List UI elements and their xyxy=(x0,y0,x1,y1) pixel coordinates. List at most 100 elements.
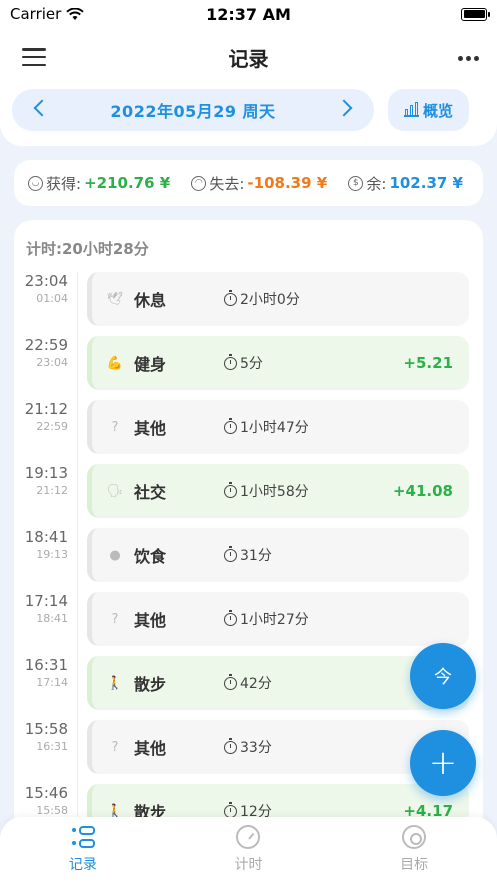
flexed-bicep-icon: 💪 xyxy=(106,355,124,371)
record-category: 健身 xyxy=(134,355,167,374)
record-duration: 42分 xyxy=(224,673,272,693)
smile-icon: ◡ xyxy=(28,175,43,191)
record-times: 16:31 17:14 xyxy=(16,656,68,689)
tab-records[interactable]: 记录 xyxy=(23,825,143,874)
today-button-label: 今 xyxy=(434,667,452,688)
record-category: 其他 xyxy=(134,611,167,630)
record-times: 22:59 23:04 xyxy=(16,336,68,369)
date-selector: 2022年05月29 周天 xyxy=(12,89,374,131)
next-day-button[interactable] xyxy=(335,99,353,117)
tab-goals-label: 目标 xyxy=(400,857,429,873)
record-start-time: 23:04 xyxy=(24,272,68,290)
overview-label: 概览 xyxy=(422,101,453,120)
record-row: 19:13 21:12 🗣 社交 1小时58分 +41.08 xyxy=(14,464,483,518)
loss-value: -108.39 ¥ xyxy=(247,174,328,192)
balance-summary: $ 余: 102.37 ¥ xyxy=(348,173,463,194)
walking-person-icon: 🚶 xyxy=(106,675,124,691)
record-times: 23:04 01:04 xyxy=(16,272,68,305)
record-category: 休息 xyxy=(134,291,167,310)
record-card[interactable]: 💪 健身 5分 +5.21 xyxy=(87,336,469,390)
record-end-time: 19:13 xyxy=(36,548,68,561)
record-duration-text: 1小时58分 xyxy=(240,484,309,500)
record-start-time: 19:13 xyxy=(24,464,68,482)
menu-icon[interactable] xyxy=(22,48,46,66)
timer-icon xyxy=(224,545,237,562)
record-row: 23:04 01:04 🕊 休息 2小时0分 xyxy=(14,272,483,326)
page-title: 记录 xyxy=(228,46,269,71)
previous-day-button[interactable] xyxy=(33,99,51,117)
status-time: 12:37 AM xyxy=(206,4,291,24)
frown-icon: ◠ xyxy=(191,175,207,191)
record-duration-text: 1小时27分 xyxy=(240,612,309,628)
record-end-time: 23:04 xyxy=(36,356,68,369)
record-duration-text: 31分 xyxy=(240,548,272,564)
record-end-time: 15:58 xyxy=(36,804,68,817)
record-amount: +41.08 xyxy=(392,482,453,500)
record-start-time: 15:46 xyxy=(24,784,68,802)
record-amount: +5.21 xyxy=(403,354,453,372)
tab-timer[interactable]: 计时 xyxy=(188,825,308,874)
record-start-time: 21:12 xyxy=(24,400,68,418)
record-duration: 31分 xyxy=(224,545,272,565)
record-row: 18:41 19:13 ● 饮食 31分 xyxy=(14,528,483,582)
question-icon: ? xyxy=(111,611,119,627)
record-duration: 33分 xyxy=(224,737,272,757)
nav-bar: 记录 xyxy=(0,28,497,86)
plus-icon: + xyxy=(428,743,458,783)
record-card[interactable]: 🗣 社交 1小时58分 +41.08 xyxy=(87,464,469,518)
record-times: 15:46 15:58 xyxy=(16,784,68,817)
record-end-time: 18:41 xyxy=(36,612,68,625)
record-duration-text: 33分 xyxy=(240,740,272,756)
records-icon xyxy=(71,825,95,849)
loss-summary: ◠ 失去: -108.39 ¥ xyxy=(191,173,327,194)
record-start-time: 15:58 xyxy=(24,720,68,738)
current-date[interactable]: 2022年05月29 周天 xyxy=(110,98,275,122)
timer-icon xyxy=(224,353,237,370)
timer-icon xyxy=(224,737,237,754)
record-category: 社交 xyxy=(134,483,167,502)
record-times: 21:12 22:59 xyxy=(16,400,68,433)
record-category: 散步 xyxy=(134,675,167,694)
records-list[interactable]: 计时:20小时28分 23:04 01:04 🕊 休息 2小时0分 22:59 23:04 💪… xyxy=(14,220,483,883)
record-duration-text: 5分 xyxy=(240,356,263,372)
target-icon xyxy=(402,825,427,849)
record-duration-text: 42分 xyxy=(240,676,272,692)
record-start-time: 17:14 xyxy=(24,592,68,610)
record-duration: 1小时27分 xyxy=(224,609,309,629)
question-icon: ? xyxy=(111,739,119,755)
record-times: 17:14 18:41 xyxy=(16,592,68,625)
record-times: 15:58 16:31 xyxy=(16,720,68,753)
record-duration: 1小时58分 xyxy=(224,481,309,501)
record-category: 其他 xyxy=(134,739,167,758)
record-start-time: 18:41 xyxy=(24,528,68,546)
gain-label: 获得: xyxy=(46,174,82,193)
record-card[interactable]: ● 饮食 31分 xyxy=(87,528,469,582)
header-card: 记录 2022年05月29 周天 概览 xyxy=(0,28,497,146)
tab-goals[interactable]: 目标 xyxy=(354,825,474,874)
record-card[interactable]: ? 其他 1小时47分 xyxy=(87,400,469,454)
gain-value: +210.76 ¥ xyxy=(84,174,171,192)
plate-icon: ● xyxy=(109,547,121,563)
battery-icon xyxy=(461,7,490,21)
add-record-button[interactable]: + xyxy=(410,730,476,796)
record-end-time: 01:04 xyxy=(36,292,68,305)
overview-button[interactable]: 概览 xyxy=(388,89,469,131)
record-card[interactable]: 🕊 休息 2小时0分 xyxy=(87,272,469,326)
record-start-time: 16:31 xyxy=(24,656,68,674)
bar-chart-icon xyxy=(403,102,419,117)
record-duration: 1小时47分 xyxy=(224,417,309,437)
record-duration: 2小时0分 xyxy=(224,289,300,309)
record-duration: 5分 xyxy=(224,353,263,373)
question-icon: ? xyxy=(111,419,119,435)
today-button[interactable]: 今 xyxy=(410,643,476,709)
record-end-time: 21:12 xyxy=(36,484,68,497)
record-card[interactable]: ? 其他 1小时27分 xyxy=(87,592,469,646)
dove-icon: 🕊 xyxy=(106,291,124,307)
dollar-coin-icon: $ xyxy=(348,175,364,191)
record-end-time: 17:14 xyxy=(36,676,68,689)
more-options-icon[interactable] xyxy=(458,56,479,61)
record-duration-text: 2小时0分 xyxy=(240,292,300,308)
record-start-time: 22:59 xyxy=(24,336,68,354)
record-row: 17:14 18:41? 其他 1小时27分 xyxy=(14,592,483,646)
summary-bar: ◡ 获得: +210.76 ¥ ◠ 失去: -108.39 ¥ $ 余: 102… xyxy=(14,160,483,206)
